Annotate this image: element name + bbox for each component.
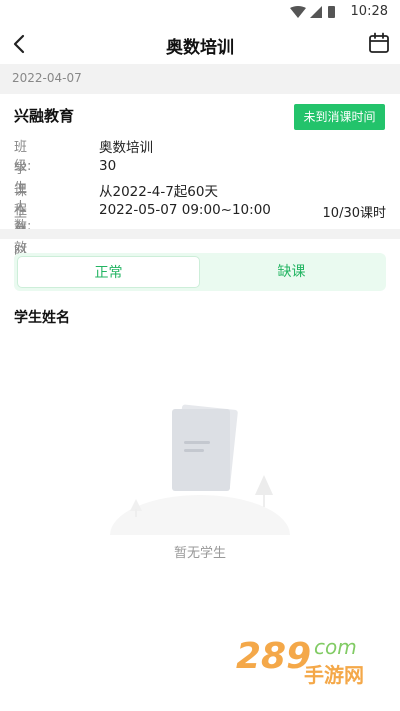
date-band: 2022-04-07 (0, 64, 400, 94)
calendar-icon[interactable] (368, 32, 390, 54)
course-card: 兴融教育 未到消课时间 班 级: 奥数培训 学 生 人 数: 30 课程有效期:… (0, 94, 400, 278)
wifi-icon (290, 6, 306, 18)
status-button[interactable]: 未到消课时间 (294, 104, 385, 130)
class-time-value: 2022-05-07 09:00~10:00 (99, 202, 271, 218)
lessons-count: 10/30课时 (322, 206, 386, 221)
status-icons (290, 6, 335, 18)
student-list-header: 学生姓名 (14, 310, 70, 326)
tab-normal[interactable]: 正常 (17, 256, 200, 288)
empty-state-illustration (110, 404, 290, 535)
status-time: 10:28 (350, 4, 388, 19)
status-bar: 10:28 (0, 0, 400, 24)
svg-text:com: com (314, 635, 357, 659)
students-count-value: 30 (99, 158, 117, 174)
date-label: 2022-04-07 (12, 71, 82, 85)
empty-state-text: 暂无学生 (173, 546, 226, 561)
battery-icon (328, 6, 335, 18)
org-name: 兴融教育 (14, 107, 75, 125)
validity-value: 从2022-4-7起60天 (99, 184, 218, 200)
signal-icon (310, 6, 322, 18)
app-bar: 奥数培训 (0, 24, 400, 64)
tab-absent[interactable]: 缺课 (200, 256, 383, 288)
class-value: 奥数培训 (99, 140, 153, 156)
svg-text:手游网: 手游网 (304, 663, 364, 687)
page-title: 奥数培训 (166, 38, 234, 58)
section-divider (0, 229, 400, 239)
attendance-tabs: 正常 缺课 (14, 253, 386, 291)
watermark-logo: 289 com 手游网 (236, 635, 364, 687)
svg-text:289: 289 (236, 636, 311, 677)
